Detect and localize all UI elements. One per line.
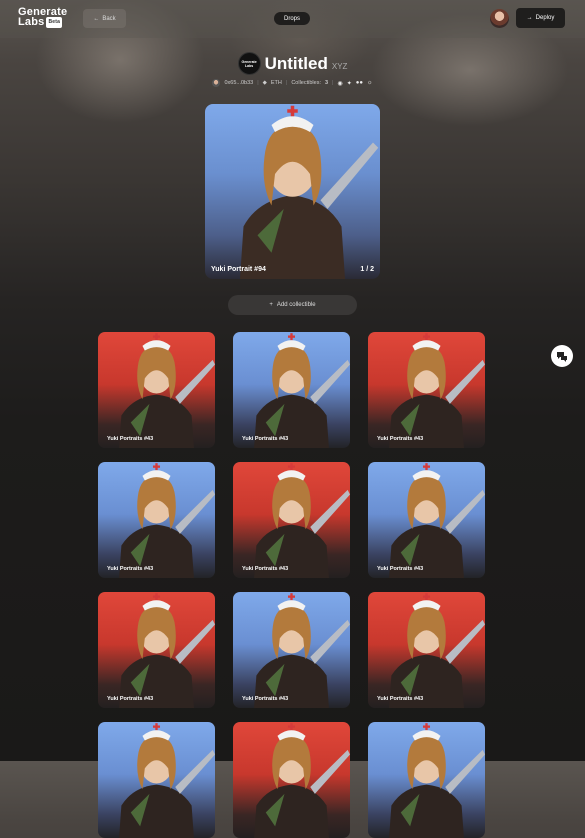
collectible-card[interactable]: Yuki Portraits #43 bbox=[368, 462, 485, 578]
chat-button[interactable] bbox=[551, 345, 573, 367]
featured-collectible[interactable]: Yuki Portrait #94 1 / 2 bbox=[205, 104, 380, 279]
top-bar: Generate Labs Beta ← Back Drops → Deploy bbox=[0, 0, 585, 38]
drops-label: Drops bbox=[283, 15, 300, 22]
collectible-card[interactable]: Yuki Portraits #43 bbox=[98, 462, 215, 578]
separator: | bbox=[285, 80, 288, 86]
twitter-icon[interactable]: ✦ bbox=[347, 80, 352, 87]
owner-address[interactable]: 0x65...0b33 bbox=[224, 80, 253, 86]
collectible-image bbox=[119, 723, 215, 838]
collectible-image bbox=[389, 333, 485, 448]
collectible-name: Yuki Portraits #43 bbox=[242, 696, 289, 702]
website-icon[interactable]: ◉ bbox=[337, 80, 342, 87]
collectible-name: Yuki Portraits #43 bbox=[377, 436, 424, 442]
collectible-card[interactable]: Yuki Portraits #43 bbox=[368, 332, 485, 448]
collectible-name: Yuki Portraits #43 bbox=[377, 566, 424, 572]
deploy-label: Deploy bbox=[535, 15, 555, 21]
collectible-card[interactable]: Yuki Portraits #43 bbox=[233, 332, 350, 448]
collectible-card[interactable]: Yuki Portraits #43 bbox=[98, 332, 215, 448]
collectible-name: Yuki Portraits #43 bbox=[377, 696, 424, 702]
add-collectible-label: Add collectible bbox=[276, 302, 316, 308]
collectible-name: Yuki Portraits #43 bbox=[107, 566, 154, 572]
featured-collectible-counter: 1 / 2 bbox=[360, 266, 374, 273]
collection-title: Untitled bbox=[264, 53, 328, 73]
user-avatar[interactable] bbox=[490, 9, 509, 28]
back-label: Back bbox=[102, 15, 116, 22]
medium-icon[interactable]: ●● bbox=[356, 80, 363, 86]
collection-logo-text-2: Labs bbox=[244, 63, 254, 68]
collectible-name: Yuki Portraits #43 bbox=[107, 696, 154, 702]
collectible-image bbox=[389, 593, 485, 708]
collection-symbol: XYZ bbox=[331, 62, 348, 71]
owner-avatar bbox=[212, 79, 221, 87]
collectible-image bbox=[254, 463, 350, 578]
collection-logo: Generate Labs bbox=[237, 52, 261, 75]
collectible-card[interactable]: Yuki Portraits #43 bbox=[233, 592, 350, 708]
collection-meta: 0x65...0b33 | ◆ ETH | Collectibles: 3 | … bbox=[0, 79, 585, 87]
collectible-image bbox=[119, 463, 215, 578]
collectible-image bbox=[389, 463, 485, 578]
collectible-name: Yuki Portraits #43 bbox=[242, 436, 289, 442]
deploy-button[interactable]: → Deploy bbox=[516, 8, 565, 28]
collectible-image bbox=[119, 593, 215, 708]
discord-icon[interactable]: ☼ bbox=[367, 80, 373, 86]
portrait-image bbox=[240, 105, 379, 279]
add-collectible-button[interactable]: + Add collectible bbox=[228, 295, 357, 315]
arrow-right-icon: → bbox=[526, 15, 533, 21]
beta-badge: Beta bbox=[46, 17, 63, 28]
drops-tab[interactable]: Drops bbox=[274, 12, 310, 25]
collectible-image bbox=[254, 723, 350, 838]
collectible-card[interactable] bbox=[98, 722, 215, 838]
collectible-name: Yuki Portraits #43 bbox=[107, 436, 154, 442]
back-button[interactable]: ← Back bbox=[83, 9, 126, 28]
collectible-card[interactable] bbox=[233, 722, 350, 838]
collectible-card[interactable]: Yuki Portraits #43 bbox=[98, 592, 215, 708]
generate-labs-logo[interactable]: Generate Labs Beta bbox=[18, 7, 67, 28]
collectibles-count: 3 bbox=[324, 80, 329, 86]
collectible-image bbox=[119, 333, 215, 448]
collectibles-label: Collectibles: bbox=[291, 80, 321, 86]
plus-icon: + bbox=[269, 302, 273, 308]
chat-icon bbox=[557, 352, 567, 362]
chain-label: ETH bbox=[270, 80, 282, 86]
separator: | bbox=[257, 80, 259, 86]
collection-header: Generate Labs Untitled XYZ bbox=[0, 52, 585, 75]
arrow-left-icon: ← bbox=[93, 15, 100, 22]
collectible-card[interactable] bbox=[368, 722, 485, 838]
logo-line-2: Labs bbox=[18, 16, 45, 28]
collectible-image bbox=[254, 593, 350, 708]
separator: | bbox=[332, 80, 334, 86]
collectible-card[interactable]: Yuki Portraits #43 bbox=[368, 592, 485, 708]
collectible-name: Yuki Portraits #43 bbox=[242, 566, 289, 572]
ethereum-icon: ◆ bbox=[262, 80, 267, 86]
featured-collectible-name: Yuki Portrait #94 bbox=[211, 266, 266, 273]
collectible-image bbox=[254, 333, 350, 448]
collectible-image bbox=[389, 723, 485, 838]
social-links: ◉ ✦ ●● ☼ bbox=[337, 80, 372, 87]
collectible-card[interactable]: Yuki Portraits #43 bbox=[233, 462, 350, 578]
